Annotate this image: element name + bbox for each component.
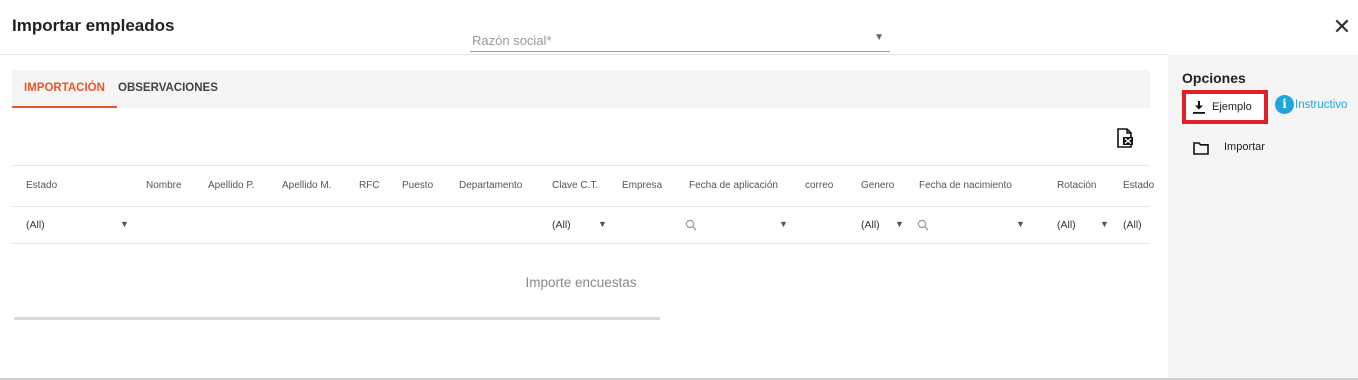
instructivo-link[interactable]: Instructivo: [1295, 99, 1347, 111]
header-divider: [0, 54, 1168, 55]
chevron-down-icon[interactable]: ▼: [895, 219, 904, 229]
column-header-empresa[interactable]: Empresa: [622, 180, 662, 191]
column-header-rotacion[interactable]: Rotación: [1057, 180, 1096, 191]
filter-rotacion-select[interactable]: (All): [1057, 219, 1076, 231]
importar-label: Importar: [1224, 141, 1265, 153]
column-header-departamento[interactable]: Departamento: [459, 180, 522, 191]
column-header-genero[interactable]: Genero: [861, 180, 894, 191]
column-header-fecha-aplicacion[interactable]: Fecha de aplicación: [689, 180, 778, 191]
chevron-down-icon[interactable]: ▼: [1100, 219, 1109, 229]
chevron-down-icon: ▼: [874, 32, 884, 43]
ejemplo-label: Ejemplo: [1212, 101, 1252, 113]
column-header-nombre[interactable]: Nombre: [146, 180, 182, 191]
search-icon[interactable]: [917, 219, 929, 231]
column-header-apellido-m[interactable]: Apellido M.: [282, 180, 331, 191]
filter-genero-select[interactable]: (All): [861, 219, 880, 231]
close-button[interactable]: ✕: [1331, 14, 1353, 40]
column-header-correo[interactable]: correo: [805, 180, 833, 191]
horizontal-scrollbar[interactable]: [14, 317, 660, 320]
tab-observaciones[interactable]: OBSERVACIONES: [106, 70, 230, 108]
ejemplo-button[interactable]: Ejemplo: [1182, 90, 1268, 124]
filter-estado-select[interactable]: (All): [26, 219, 45, 231]
empty-message: Importe encuestas: [525, 275, 637, 290]
razon-social-select[interactable]: Razón social* ▼: [470, 28, 890, 52]
column-header-estado[interactable]: Estado: [26, 180, 57, 191]
tab-bar: IMPORTACIÓN OBSERVACIONES: [12, 70, 1150, 108]
column-header-apellido-p[interactable]: Apellido P.: [208, 180, 255, 191]
grid-filter-row: (All) ▼ (All) ▼ ▼ (All) ▼ ▼ (All) ▼ (All…: [12, 207, 1150, 244]
chevron-down-icon[interactable]: ▼: [120, 219, 129, 229]
chevron-down-icon[interactable]: ▼: [779, 219, 788, 229]
column-header-estado-2[interactable]: Estado: [1123, 180, 1154, 191]
folder-icon: [1193, 142, 1209, 155]
download-icon: [1193, 101, 1205, 114]
search-icon[interactable]: [685, 219, 697, 231]
chevron-down-icon[interactable]: ▼: [1016, 219, 1025, 229]
tab-importacion[interactable]: IMPORTACIÓN: [12, 70, 117, 108]
options-title: Opciones: [1182, 70, 1246, 86]
grid-header-row: Estado Nombre Apellido P. Apellido M. RF…: [12, 165, 1154, 207]
filter-clave-ct-select[interactable]: (All): [552, 219, 571, 231]
info-icon[interactable]: i: [1275, 95, 1294, 114]
chevron-down-icon[interactable]: ▼: [598, 219, 607, 229]
column-header-puesto[interactable]: Puesto: [402, 180, 433, 191]
export-excel-icon[interactable]: [1116, 128, 1134, 148]
column-header-rfc[interactable]: RFC: [359, 180, 380, 191]
razon-social-placeholder: Razón social*: [472, 33, 552, 48]
filter-estado-2-select[interactable]: (All): [1123, 219, 1142, 231]
dialog-title: Importar empleados: [12, 16, 175, 35]
column-header-fecha-nacimiento[interactable]: Fecha de nacimiento: [919, 180, 1012, 191]
column-header-clave-ct[interactable]: Clave C.T.: [552, 180, 598, 191]
